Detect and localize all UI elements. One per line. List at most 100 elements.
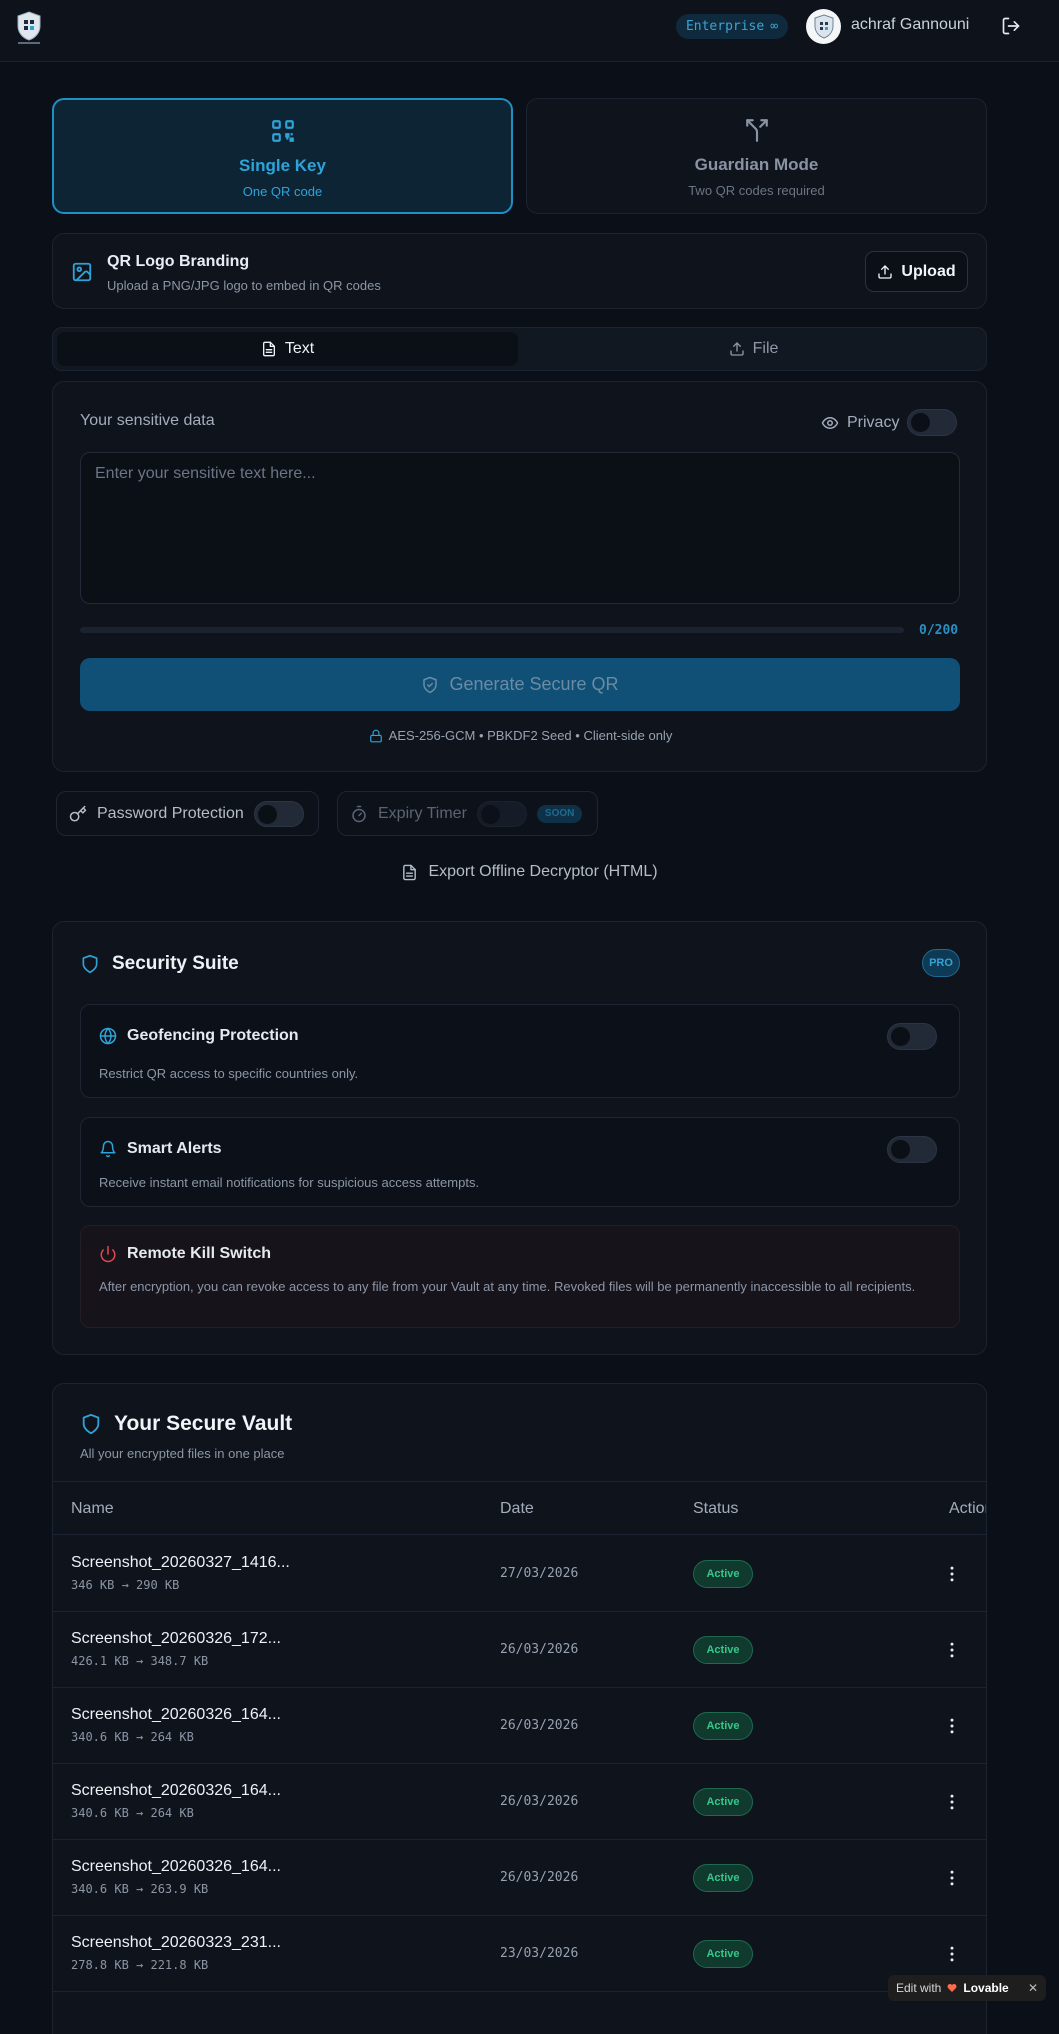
table-row[interactable]: Screenshot_20260326_172... 426.1 KB → 348… xyxy=(53,1612,986,1688)
avatar[interactable] xyxy=(806,9,841,44)
more-vertical-icon[interactable] xyxy=(942,1716,962,1736)
crypto-note: AES-256-GCM • PBKDF2 Seed • Client-side … xyxy=(53,728,988,743)
privacy-toggle[interactable] xyxy=(907,409,958,436)
tab-text[interactable]: Text xyxy=(57,332,518,366)
expiry-timer-option: Expiry Timer SOON xyxy=(337,791,598,836)
upload-icon xyxy=(729,342,744,356)
timer-icon xyxy=(352,805,366,822)
more-vertical-icon[interactable] xyxy=(942,1868,962,1888)
lovable-prefix: Edit with xyxy=(896,1981,942,1995)
privacy-label: Privacy xyxy=(847,413,900,431)
password-label: Password Protection xyxy=(97,804,244,822)
column-header-status: Status xyxy=(693,1500,739,1517)
user-name[interactable]: achraf Gannouni xyxy=(851,16,969,34)
more-vertical-icon[interactable] xyxy=(942,1640,962,1660)
smart-alerts-toggle[interactable] xyxy=(887,1136,937,1163)
plan-badge-label: Enterprise xyxy=(685,19,765,34)
close-icon[interactable]: ✕ xyxy=(1028,1981,1038,1995)
file-size: 346 KB → 290 KB xyxy=(71,1578,180,1592)
export-decryptor-link[interactable]: Export Offline Decryptor (HTML) xyxy=(0,863,1059,881)
remote-kill-switch-feature: Remote Kill Switch After encryption, you… xyxy=(80,1225,960,1328)
upload-logo-button[interactable]: Upload xyxy=(865,251,968,292)
qr-code-icon xyxy=(270,118,296,144)
expiry-toggle xyxy=(476,800,527,827)
file-text-icon xyxy=(403,864,417,880)
sensitive-data-label: Your sensitive data xyxy=(80,412,215,429)
power-icon xyxy=(100,1245,116,1263)
smart-alerts-feature: Smart Alerts Receive instant email notif… xyxy=(80,1117,960,1207)
password-protection-option: Password Protection xyxy=(56,791,319,836)
more-vertical-icon[interactable] xyxy=(942,1944,962,1964)
feature-description: After encryption, you can revoke access … xyxy=(99,1279,916,1294)
soon-badge: SOON xyxy=(536,804,583,823)
table-row[interactable]: Screenshot_20260326_164... 340.6 KB → 264… xyxy=(53,1764,986,1840)
branding-subtitle: Upload a PNG/JPG logo to embed in QR cod… xyxy=(107,278,381,293)
password-toggle[interactable] xyxy=(253,800,304,827)
security-suite-title: Security Suite xyxy=(112,953,239,974)
feature-description: Receive instant email notifications for … xyxy=(99,1175,480,1190)
mode-guardian-card[interactable]: Guardian Mode Two QR codes required xyxy=(526,98,987,214)
mode-single-key-card[interactable]: Single Key One QR code xyxy=(52,98,513,214)
tab-label: Text xyxy=(284,340,315,357)
shield-icon xyxy=(82,954,98,974)
top-header: Enterprise ∞ achraf Gannouni xyxy=(0,0,1059,62)
file-name[interactable]: Screenshot_20260323_231... xyxy=(71,1934,281,1952)
feature-title: Geofencing Protection xyxy=(127,1027,299,1044)
secure-vault-panel: Your Secure Vault All your encrypted fil… xyxy=(52,1383,987,2034)
file-name[interactable]: Screenshot_20260326_164... xyxy=(71,1858,281,1876)
input-type-tabs: Text File xyxy=(52,327,987,371)
logout-icon[interactable] xyxy=(1001,16,1021,36)
export-label: Export Offline Decryptor (HTML) xyxy=(428,863,658,880)
app-logo-icon[interactable] xyxy=(14,10,44,46)
tab-label: File xyxy=(752,340,779,357)
column-header-actions: Actions xyxy=(949,1500,986,1517)
file-date: 26/03/2026 xyxy=(500,1642,579,1657)
key-icon xyxy=(69,805,87,821)
feature-header: Smart Alerts xyxy=(99,1140,222,1158)
expiry-label: Expiry Timer xyxy=(378,804,467,822)
split-icon xyxy=(744,117,770,143)
mode-subtitle: Two QR codes required xyxy=(688,183,825,198)
table-row[interactable]: Screenshot_20260326_164... 340.6 KB → 264… xyxy=(53,1688,986,1764)
file-size: 340.6 KB → 264 KB xyxy=(71,1806,194,1820)
feature-title: Smart Alerts xyxy=(127,1140,222,1157)
more-vertical-icon[interactable] xyxy=(942,1564,962,1584)
file-name[interactable]: Screenshot_20260327_1416... xyxy=(71,1554,290,1572)
status-badge: Active xyxy=(693,1788,753,1816)
file-date: 26/03/2026 xyxy=(500,1718,579,1733)
geofencing-feature: Geofencing Protection Restrict QR access… xyxy=(80,1004,960,1098)
file-name[interactable]: Screenshot_20260326_172... xyxy=(71,1630,281,1648)
feature-description: Restrict QR access to specific countries… xyxy=(99,1066,359,1081)
char-progress-bar xyxy=(80,627,904,633)
lovable-edit-badge[interactable]: Edit with Lovable ✕ xyxy=(888,1975,1046,2001)
sensitive-data-card: Your sensitive data Privacy Enter your s… xyxy=(52,381,987,772)
file-name[interactable]: Screenshot_20260326_164... xyxy=(71,1782,281,1800)
tab-file[interactable]: File xyxy=(523,332,984,366)
feature-title: Remote Kill Switch xyxy=(127,1245,272,1262)
logo-branding-panel: QR Logo Branding Upload a PNG/JPG logo t… xyxy=(52,233,987,309)
heart-icon xyxy=(947,1984,957,1992)
privacy-control: Privacy xyxy=(821,409,958,436)
file-size: 278.8 KB → 221.8 KB xyxy=(71,1958,209,1972)
status-badge: Active xyxy=(693,1940,753,1968)
file-name[interactable]: Screenshot_20260326_164... xyxy=(71,1706,281,1724)
crypto-note-text: AES-256-GCM • PBKDF2 Seed • Client-side … xyxy=(388,728,673,743)
infinity-icon: ∞ xyxy=(770,19,779,34)
table-row[interactable]: Screenshot_20260326_164... 340.6 KB → 263… xyxy=(53,1840,986,1916)
vault-title: Your Secure Vault xyxy=(114,1412,293,1435)
lock-icon xyxy=(369,729,382,742)
sensitive-text-input[interactable]: Enter your sensitive text here... xyxy=(80,452,960,604)
mode-title: Guardian Mode xyxy=(694,155,819,174)
status-badge: Active xyxy=(693,1560,753,1588)
plan-badge: Enterprise ∞ xyxy=(676,14,788,39)
table-row[interactable]: Screenshot_20260327_1416... 346 KB → 290 … xyxy=(53,1536,986,1612)
column-header-name: Name xyxy=(71,1500,114,1517)
geofencing-toggle[interactable] xyxy=(887,1023,937,1050)
file-date: 26/03/2026 xyxy=(500,1870,579,1885)
table-row[interactable]: Screenshot_20260323_231... 278.8 KB → 221… xyxy=(53,1916,986,1992)
feature-header: Remote Kill Switch xyxy=(99,1245,271,1263)
generate-qr-button[interactable]: Generate Secure QR xyxy=(80,658,960,711)
shield-icon xyxy=(82,1413,100,1435)
more-vertical-icon[interactable] xyxy=(942,1792,962,1812)
status-badge: Active xyxy=(693,1712,753,1740)
